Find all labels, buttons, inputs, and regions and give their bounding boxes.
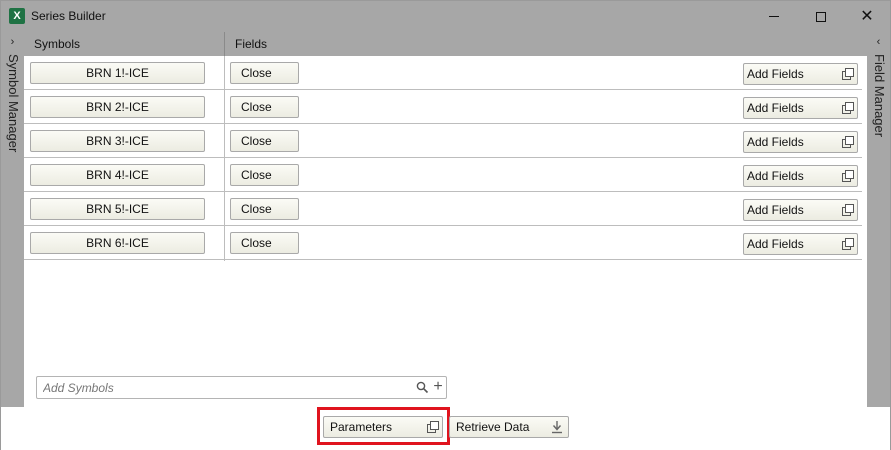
close-window-button[interactable]: ✕ [844, 1, 890, 32]
add-fields-label: Add Fields [747, 67, 804, 81]
add-fields-button[interactable]: Add Fields [743, 233, 858, 255]
symbol-button[interactable]: BRN 1!-ICE [30, 62, 205, 84]
add-fields-label: Add Fields [747, 203, 804, 217]
parameters-label: Parameters [330, 420, 393, 434]
add-fields-button[interactable]: Add Fields [743, 63, 858, 85]
close-button[interactable]: Close [230, 198, 299, 220]
add-fields-label: Add Fields [747, 237, 804, 251]
popout-icon [842, 238, 854, 250]
minimize-icon [769, 16, 779, 17]
title-bar[interactable]: X Series Builder ✕ [1, 1, 890, 32]
symbol-button[interactable]: BRN 2!-ICE [30, 96, 205, 118]
expand-chevron-icon[interactable]: › [1, 36, 24, 48]
column-headers: Symbols Fields [24, 32, 867, 56]
add-fields-button[interactable]: Add Fields [743, 97, 858, 119]
table-row: BRN 5!-ICE Close Add Fields [24, 192, 862, 226]
add-symbols-box: + [36, 376, 447, 399]
popout-icon [842, 170, 854, 182]
table-row: BRN 3!-ICE Close Add Fields [24, 124, 862, 158]
close-icon: ✕ [860, 7, 874, 25]
symbol-button[interactable]: BRN 4!-ICE [30, 164, 205, 186]
close-button[interactable]: Close [230, 232, 299, 254]
close-button[interactable]: Close [230, 62, 299, 84]
popout-icon [842, 204, 854, 216]
symbols-header: Symbols [34, 37, 81, 51]
fields-header: Fields [235, 37, 268, 51]
symbol-button[interactable]: BRN 6!-ICE [30, 232, 205, 254]
popout-icon [427, 421, 439, 433]
table-row: BRN 2!-ICE Close Add Fields [24, 90, 862, 124]
add-fields-label: Add Fields [747, 101, 804, 115]
series-grid: BRN 1!-ICE Close Add Fields BRN 2!-ICE C… [24, 56, 867, 407]
excel-icon: X [9, 8, 25, 24]
add-fields-button[interactable]: Add Fields [743, 131, 858, 153]
field-manager-panel[interactable]: ‹ Field Manager [867, 32, 890, 407]
add-fields-label: Add Fields [747, 169, 804, 183]
close-button[interactable]: Close [230, 164, 299, 186]
table-row: BRN 4!-ICE Close Add Fields [24, 158, 862, 192]
retrieve-data-label: Retrieve Data [456, 420, 530, 434]
add-fields-button[interactable]: Add Fields [743, 165, 858, 187]
search-icon[interactable] [416, 381, 429, 394]
popout-icon [842, 68, 854, 80]
close-button[interactable]: Close [230, 130, 299, 152]
retrieve-data-button[interactable]: Retrieve Data [449, 416, 569, 438]
popout-icon [842, 102, 854, 114]
field-manager-label: Field Manager [872, 54, 887, 138]
table-row: BRN 1!-ICE Close Add Fields [24, 56, 862, 90]
series-builder-window: X Series Builder ✕ › Symbol Manager ‹ Fi… [0, 0, 891, 450]
parameters-button[interactable]: Parameters [323, 416, 443, 438]
collapse-chevron-icon[interactable]: ‹ [867, 36, 890, 48]
maximize-icon [816, 11, 826, 22]
download-icon [552, 421, 562, 434]
add-fields-label: Add Fields [747, 135, 804, 149]
add-fields-button[interactable]: Add Fields [743, 199, 858, 221]
popout-icon [842, 136, 854, 148]
close-button[interactable]: Close [230, 96, 299, 118]
add-symbols-input[interactable] [43, 379, 403, 396]
symbol-button[interactable]: BRN 5!-ICE [30, 198, 205, 220]
maximize-button[interactable] [798, 1, 844, 32]
add-symbol-plus-icon[interactable]: + [431, 378, 445, 396]
symbol-button[interactable]: BRN 3!-ICE [30, 130, 205, 152]
symbol-manager-panel[interactable]: › Symbol Manager [1, 32, 24, 407]
minimize-button[interactable] [751, 1, 797, 32]
symbol-manager-label: Symbol Manager [6, 54, 21, 153]
window-title: Series Builder [31, 9, 106, 23]
header-divider[interactable] [224, 32, 225, 56]
table-row: BRN 6!-ICE Close Add Fields [24, 226, 862, 260]
